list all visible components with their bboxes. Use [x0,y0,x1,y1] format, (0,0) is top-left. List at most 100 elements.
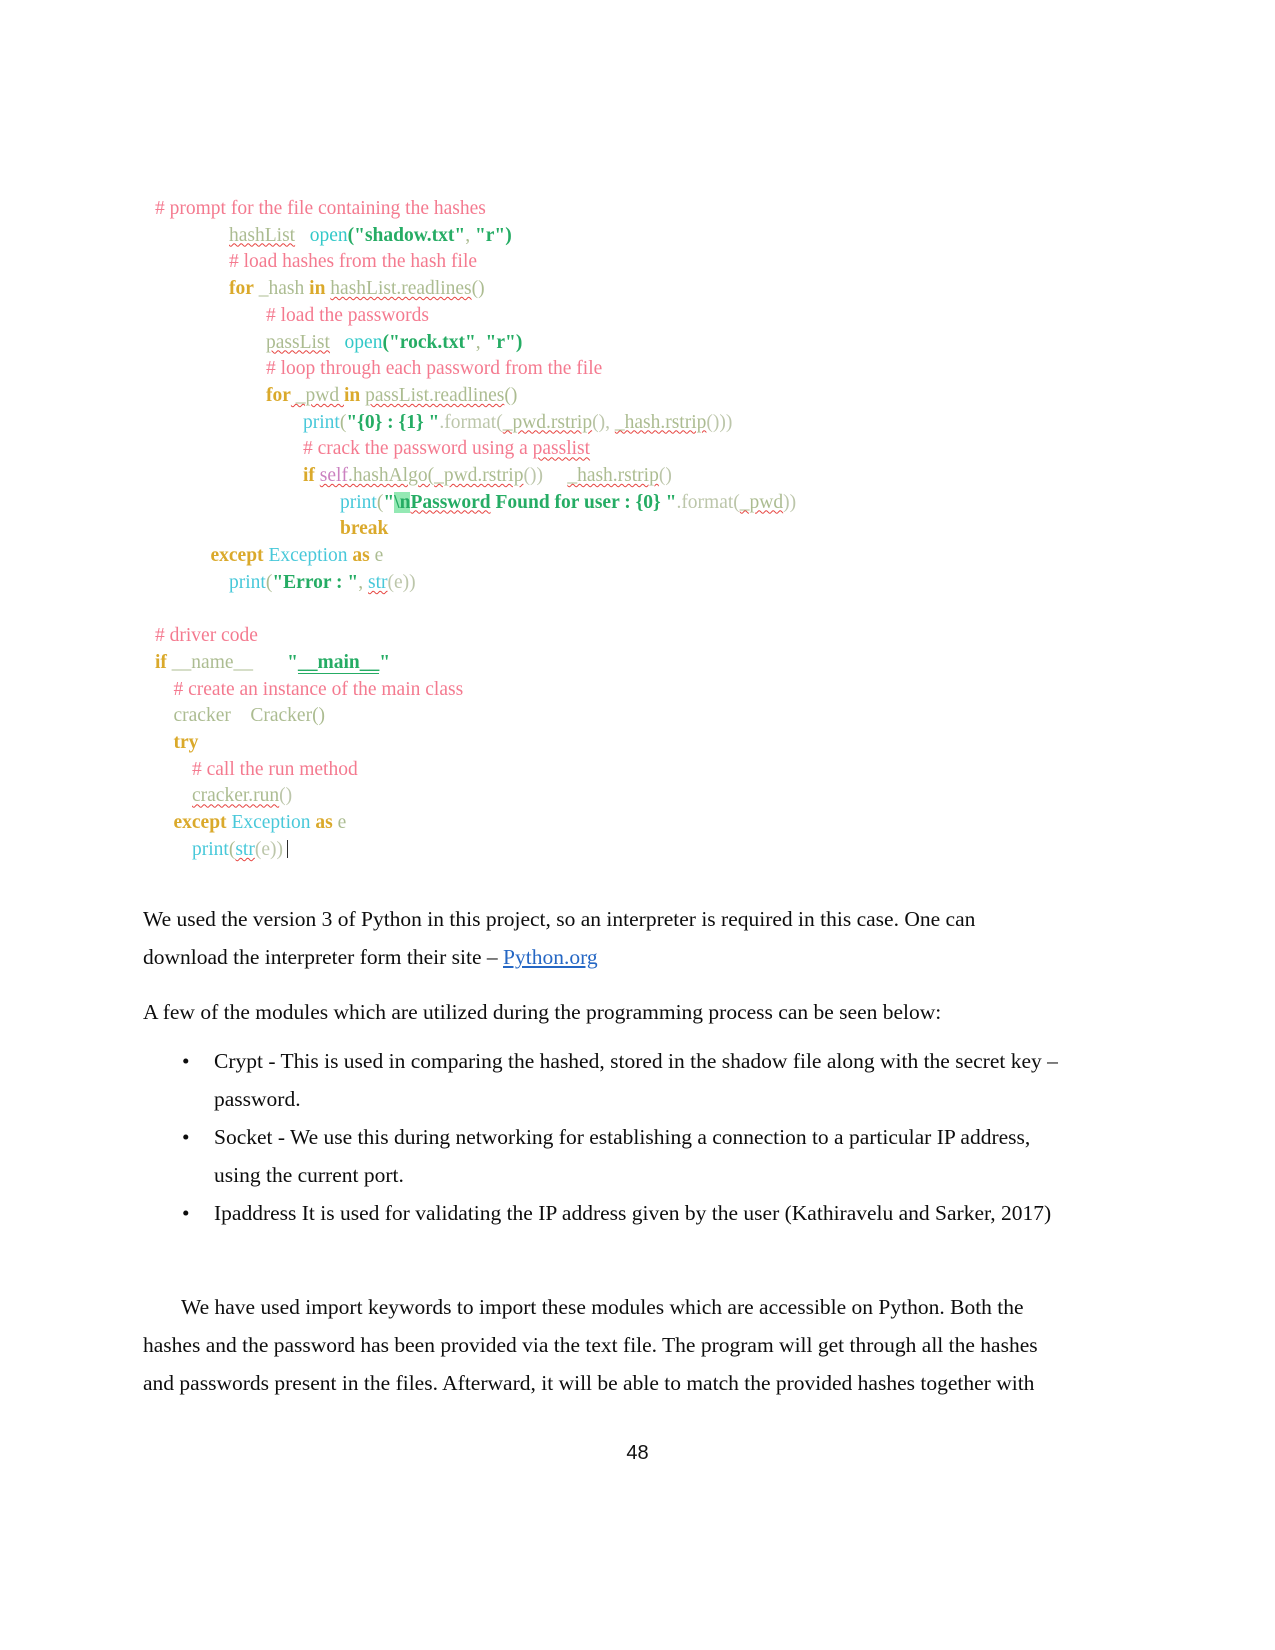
paragraph-modules-intro: A few of the modules which are utilized … [143,1000,942,1024]
code-line: for _pwd in passList.readlines() [155,383,855,410]
code-token: "{0} : {1} " [346,411,440,433]
code-token: e [369,545,384,567]
code-token: str [368,571,388,593]
code-line: passList open("rock.txt", "r") [155,330,855,357]
page-number: 48 [626,1442,649,1464]
code-line: # load hashes from the hash file [155,249,855,276]
code-token: str [235,838,255,860]
list-item-label: Socket - We use this during networking f… [214,1125,1031,1187]
code-token: # crack the password using a [303,438,533,460]
document-page: # prompt for the file containing the has… [0,0,1275,1650]
code-token: self [319,465,348,487]
code-token: Exception [231,812,311,834]
code-token: () [658,465,672,487]
code-token: __main__ [297,651,380,674]
code-token: , [358,571,369,593]
code-token: __name__ [171,651,254,673]
code-token: Found for user : {0} " [490,491,677,513]
code-token: _hash.rstrip [567,465,659,487]
code-token: # load hashes from the hash file [229,251,478,273]
code-token: # load the passwords [266,304,430,326]
modules-bullet-list: • Crypt - This is used in comparing the h… [172,1042,1062,1232]
code-token: .hashAlgo( [347,465,435,487]
code-token: except [210,545,264,567]
code-token: break [340,518,389,540]
code-token: open [309,224,348,246]
code-line: hashList open("shadow.txt", "r") [155,223,855,250]
code-token: # driver code [155,625,258,647]
code-token: , [475,331,486,353]
code-token: if [155,651,167,673]
code-token: ())) [706,411,733,433]
code-token: " [379,651,391,673]
code-token: for [229,278,254,300]
code-token: "rock.txt" [388,331,476,353]
code-line: # call the run method [155,757,855,784]
code-token: # create an instance of the main class [173,678,464,700]
code-token: # prompt for the file containing the has… [155,198,486,219]
code-line: cracker.run() [155,783,855,810]
code-token: Cracker() [250,705,326,727]
code-line: print("{0} : {1} ".format(_pwd.rstrip(),… [155,410,855,437]
code-token: open [344,331,383,353]
python-org-link[interactable]: Python.org [503,945,598,969]
code-token: as [352,545,370,567]
paragraph-import-keywords: We have used import keywords to import t… [143,1295,1038,1395]
list-item-label: Crypt - This is used in comparing the ha… [214,1049,1058,1111]
list-item: • Socket - We use this during networking … [172,1118,1062,1194]
code-token: cracker [173,705,231,727]
code-line: print("Error : ", str(e)) [155,570,855,597]
code-token: hashList [229,224,296,246]
code-token: passList [266,331,330,353]
code-token: _hash [253,278,310,300]
code-token: (e)) [387,571,416,593]
code-token: passList.readlines [365,384,505,406]
code-token: \n [394,491,411,513]
code-token: _hash.rstrip [614,411,707,433]
code-token: e [332,812,347,834]
code-token: print [192,838,229,860]
code-token: , [465,224,475,246]
code-token: () [504,384,518,406]
code-token: try [173,732,199,754]
code-token: "shadow.txt" [354,224,466,246]
code-token: for [266,384,291,406]
code-token: _pwd.rstrip [502,411,593,433]
code-line: # load the passwords [155,303,855,330]
code-token: print [303,411,340,433]
code-token: in [344,384,361,406]
list-item: • Crypt - This is used in comparing the h… [172,1042,1062,1118]
code-line: if __name__ "__main__" [155,650,855,677]
code-line: break [155,516,855,543]
code-token: () [279,785,293,807]
code-token: )) [783,491,797,513]
code-token: "Error : " [272,571,359,593]
code-token: hashList.readlines [330,278,472,300]
code-token: (), [592,411,615,433]
bullet-marker-icon: • [182,1049,190,1073]
code-token: _pwd [739,491,784,513]
list-item: • Ipaddress It is used for validating the… [172,1194,1062,1232]
code-line: print(str(e)) [155,837,855,864]
code-token: # loop through each password from the fi… [266,358,603,380]
paragraph-python-version: We used the version 3 of Python in this … [143,900,1043,976]
python-code-screenshot: # prompt for the file containing the has… [155,196,855,864]
code-line: except Exception as e [155,810,855,837]
code-token: print [340,491,377,513]
code-line: # driver code [155,623,855,650]
code-line: try [155,730,855,757]
code-token: passlist [532,438,591,460]
code-line: # prompt for the file containing the has… [155,196,855,223]
code-token: " [383,491,395,513]
code-token: if [303,465,315,487]
code-token: ) [505,224,512,246]
code-token: .format( [676,491,740,513]
code-token: " [287,651,298,673]
code-token: print [229,571,266,593]
code-line: print("\nPassword Found for user : {0} "… [155,490,855,517]
